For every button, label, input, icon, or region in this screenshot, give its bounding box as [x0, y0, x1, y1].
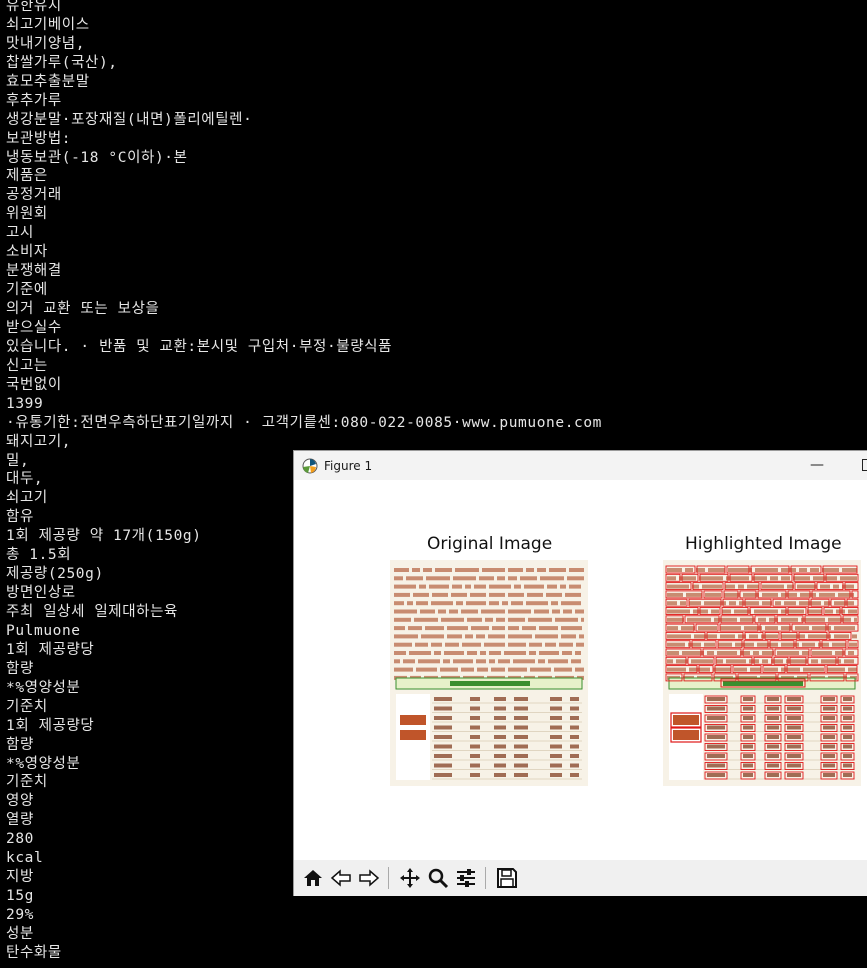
terminal-line: 후추가루 [6, 92, 62, 109]
terminal-line: 냉동보관(-18 °C이하)·본 [6, 149, 188, 166]
terminal-line: 돼지고기, [6, 433, 72, 450]
window-title: Figure 1 [324, 458, 373, 473]
highlighted-package-photo [663, 560, 861, 786]
home-icon[interactable] [300, 865, 326, 891]
terminal-line: 맛내기양념, [6, 35, 86, 52]
terminal-line: ·유통기한:전면우측하단표기일까지 · 고객기릍센:080-022-0085·w… [6, 414, 603, 431]
terminal-line: 1399 [6, 395, 44, 412]
subplot-title-original: Original Image [427, 534, 553, 554]
maximize-icon[interactable] [862, 459, 867, 471]
terminal-line: 성분 [6, 925, 34, 942]
subplot-title-highlighted: Highlighted Image [685, 534, 842, 554]
terminal-line: 탄수화물 [6, 944, 62, 961]
terminal-line: 보관방법: [6, 130, 72, 147]
terminal-line: 소비자 [6, 244, 48, 261]
terminal-line: 고시 [6, 225, 34, 242]
terminal-line: 찹쌀가루(국산), [6, 54, 118, 71]
original-package-photo [390, 560, 588, 786]
terminal-line: 제품은 [6, 168, 48, 185]
terminal-line: 생강분말·포장재질(내면)폴리에틸렌· [6, 111, 253, 128]
original-image [390, 560, 588, 786]
matplotlib-app-icon [302, 458, 318, 473]
highlighted-image [663, 560, 861, 786]
terminal-line: 유한유지 [6, 0, 62, 14]
window-titlebar[interactable]: Figure 1 — [294, 451, 867, 480]
terminal-line: 기준에 [6, 282, 48, 299]
figure-canvas[interactable]: Original Image Highlighted Image [294, 480, 867, 860]
navigation-toolbar [294, 860, 867, 896]
terminal-line: 의거 교환 또는 보상을 [6, 301, 160, 317]
zoom-icon[interactable] [425, 865, 451, 891]
terminal-line: 있습니다. · 반품 및 교환:본시및 구입처·부정·불량식품 [6, 338, 393, 355]
configure-icon[interactable] [453, 865, 479, 891]
terminal-line: 받으실수 [6, 319, 62, 336]
terminal-line: 공정거래 [6, 187, 62, 204]
save-icon[interactable] [494, 865, 520, 891]
terminal-line: 분쟁해결 [6, 263, 62, 280]
figure-window[interactable]: Figure 1 — Original Image Highlighted Im… [293, 450, 867, 896]
pan-icon[interactable] [397, 865, 423, 891]
back-icon[interactable] [328, 865, 354, 891]
terminal-line: 신고는 [6, 357, 48, 374]
minimize-icon[interactable]: — [810, 457, 824, 473]
terminal-line: 위원회 [6, 206, 48, 223]
terminal-line: 29% [6, 907, 34, 923]
terminal-line: 국번없이 [6, 376, 62, 393]
terminal-line: 쇠고기베이스 [6, 16, 90, 33]
terminal-line: 효모추출분말 [6, 73, 90, 90]
forward-icon[interactable] [356, 865, 382, 891]
